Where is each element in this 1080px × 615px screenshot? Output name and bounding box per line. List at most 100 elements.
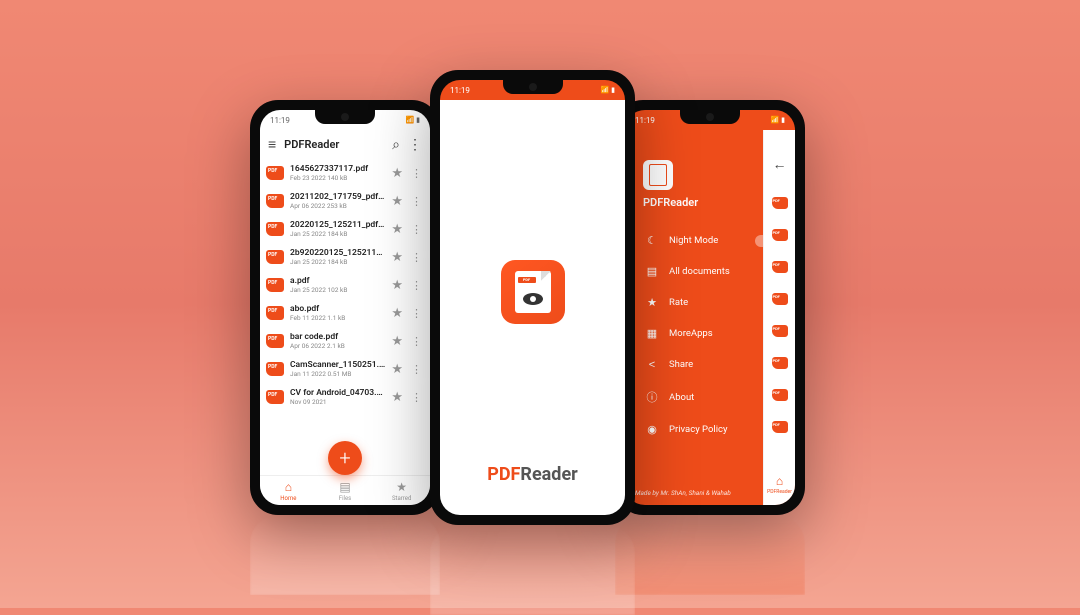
more-icon[interactable]: ⋮ — [409, 223, 422, 236]
file-meta: Jan 25 2022 184 kB — [290, 258, 385, 266]
file-info: 20211202_171759_pdf.pdfApr 06 2022 253 k… — [290, 192, 385, 210]
search-icon[interactable]: ⌕ — [392, 137, 400, 153]
pdf-file-icon — [266, 222, 284, 236]
back-arrow-icon[interactable]: ← — [773, 156, 787, 173]
pdf-file-icon[interactable] — [772, 293, 788, 305]
star-icon[interactable]: ★ — [391, 390, 403, 405]
apps-icon: ▦ — [645, 327, 659, 340]
file-list-screen: ≡ PDFReader ⌕ ⋮ 1645627337117.pdfFeb 23 … — [260, 130, 430, 505]
file-info: 1645627337117.pdfFeb 23 2022 140 kB — [290, 164, 385, 182]
star-icon[interactable]: ★ — [391, 278, 403, 293]
file-name: 1645627337117.pdf — [290, 164, 385, 174]
more-icon[interactable]: ⋮ — [409, 335, 422, 348]
more-icon[interactable]: ⋮ — [409, 391, 422, 404]
star-icon[interactable]: ★ — [391, 250, 403, 265]
drawer-more-label: MoreApps — [669, 328, 713, 339]
file-row[interactable]: 20211202_171759_pdf.pdfApr 06 2022 253 k… — [260, 187, 430, 215]
pdf-file-icon — [266, 166, 284, 180]
file-row[interactable]: 20220125_125211_pdf.pdfJan 25 2022 184 k… — [260, 215, 430, 243]
file-meta: Feb 11 2022 1.1 kB — [290, 314, 385, 322]
file-info: bar code.pdfApr 06 2022 2.1 kB — [290, 332, 385, 350]
more-icon[interactable]: ⋮ — [409, 279, 422, 292]
pdf-file-icon[interactable] — [772, 325, 788, 337]
file-info: a.pdfJan 25 2022 102 kB — [290, 276, 385, 294]
shield-icon: ◉ — [645, 423, 659, 436]
pdf-file-icon — [266, 390, 284, 404]
star-icon[interactable]: ★ — [391, 362, 403, 377]
phone-mockup-drawer: 11:19 📶 ▮ PDFReader ☾ Night Mode ▤ All d… — [615, 100, 805, 515]
file-row[interactable]: CamScanner_1150251.pdfJan 11 2022 0.51 M… — [260, 355, 430, 383]
file-info: CV for Android_04703.pdfNov 09 2021 — [290, 388, 385, 406]
phone-camera — [529, 83, 537, 91]
status-icons: 📶 ▮ — [601, 86, 615, 94]
file-name: abo.pdf — [290, 304, 385, 314]
pdf-file-icon[interactable] — [772, 389, 788, 401]
info-icon: ⓘ — [645, 389, 659, 405]
phone-mockup-file-list: 11:19 📶 ▮ ≡ PDFReader ⌕ ⋮ 1645627337117.… — [250, 100, 440, 515]
nav-starred[interactable]: ★Starred — [373, 476, 430, 505]
star-icon[interactable]: ★ — [391, 222, 403, 237]
more-icon[interactable]: ⋮ — [409, 251, 422, 264]
file-meta: Jan 11 2022 0.51 MB — [290, 370, 385, 378]
star-icon: ★ — [645, 296, 659, 309]
file-row[interactable]: a.pdfJan 25 2022 102 kB ★ ⋮ — [260, 271, 430, 299]
star-icon[interactable]: ★ — [391, 194, 403, 209]
star-icon[interactable]: ★ — [391, 334, 403, 349]
nav-files[interactable]: ▤Files — [317, 476, 374, 505]
pdf-file-icon[interactable] — [772, 197, 788, 209]
menu-icon[interactable]: ≡ — [268, 136, 276, 153]
star-icon[interactable]: ★ — [391, 166, 403, 181]
file-name: 20211202_171759_pdf.pdf — [290, 192, 385, 202]
phone-camera — [706, 113, 714, 121]
nav-home[interactable]: ⌂Home — [260, 476, 317, 505]
edge-home[interactable]: ⌂PDFReader — [767, 474, 792, 495]
file-row[interactable]: abo.pdfFeb 11 2022 1.1 kB ★ ⋮ — [260, 299, 430, 327]
drawer-app-name: PDFReader — [643, 196, 698, 209]
more-icon[interactable]: ⋮ — [409, 167, 422, 180]
file-meta: Apr 06 2022 2.1 kB — [290, 342, 385, 350]
file-name: 2b920220125_125211_pdf.pdf — [290, 248, 385, 258]
pdf-file-icon — [266, 334, 284, 348]
reflection — [430, 525, 635, 615]
nav-files-label: Files — [339, 495, 352, 502]
brand-reader: Reader — [520, 464, 577, 485]
file-row[interactable]: 1645627337117.pdfFeb 23 2022 140 kB ★ ⋮ — [260, 159, 430, 187]
pdf-file-icon[interactable] — [772, 261, 788, 273]
file-meta: Jan 25 2022 184 kB — [290, 230, 385, 238]
pdf-file-icon — [266, 362, 284, 376]
eye-icon — [523, 293, 543, 305]
drawer-night-label: Night Mode — [669, 235, 718, 246]
file-list[interactable]: 1645627337117.pdfFeb 23 2022 140 kB ★ ⋮ 202… — [260, 159, 430, 475]
file-row[interactable]: 2b920220125_125211_pdf.pdfJan 25 2022 18… — [260, 243, 430, 271]
more-icon[interactable]: ⋮ — [409, 307, 422, 320]
file-name: bar code.pdf — [290, 332, 385, 342]
app-launcher-icon: PDF — [501, 260, 565, 324]
drawer-screen: PDFReader ☾ Night Mode ▤ All documents ★… — [625, 130, 795, 505]
pdf-file-icon[interactable] — [772, 421, 788, 433]
pdf-file-icon — [266, 194, 284, 208]
more-icon[interactable]: ⋮ — [409, 363, 422, 376]
more-icon[interactable]: ⋮ — [409, 195, 422, 208]
drawer-rate-label: Rate — [669, 297, 688, 308]
file-row[interactable]: CV for Android_04703.pdfNov 09 2021 ★ ⋮ — [260, 383, 430, 411]
pdf-file-icon — [266, 250, 284, 264]
phone-camera — [341, 113, 349, 121]
splash-brand: PDFReader — [487, 464, 578, 515]
fab-add-button[interactable]: + — [328, 441, 362, 475]
pdf-file-icon — [266, 278, 284, 292]
more-icon[interactable]: ⋮ — [408, 137, 422, 153]
drawer-share-label: Share — [669, 359, 693, 370]
file-row[interactable]: bar code.pdfApr 06 2022 2.1 kB ★ ⋮ — [260, 327, 430, 355]
file-meta: Jan 25 2022 102 kB — [290, 286, 385, 294]
pdf-file-icon[interactable] — [772, 357, 788, 369]
drawer-about-label: About — [669, 392, 694, 403]
moon-icon: ☾ — [645, 234, 659, 247]
status-time: 11:19 — [635, 116, 655, 125]
file-info: 20220125_125211_pdf.pdfJan 25 2022 184 k… — [290, 220, 385, 238]
file-name: a.pdf — [290, 276, 385, 286]
pdf-file-icon — [266, 306, 284, 320]
file-name: CamScanner_1150251.pdf — [290, 360, 385, 370]
star-icon[interactable]: ★ — [391, 306, 403, 321]
reflection — [250, 515, 440, 595]
pdf-file-icon[interactable] — [772, 229, 788, 241]
